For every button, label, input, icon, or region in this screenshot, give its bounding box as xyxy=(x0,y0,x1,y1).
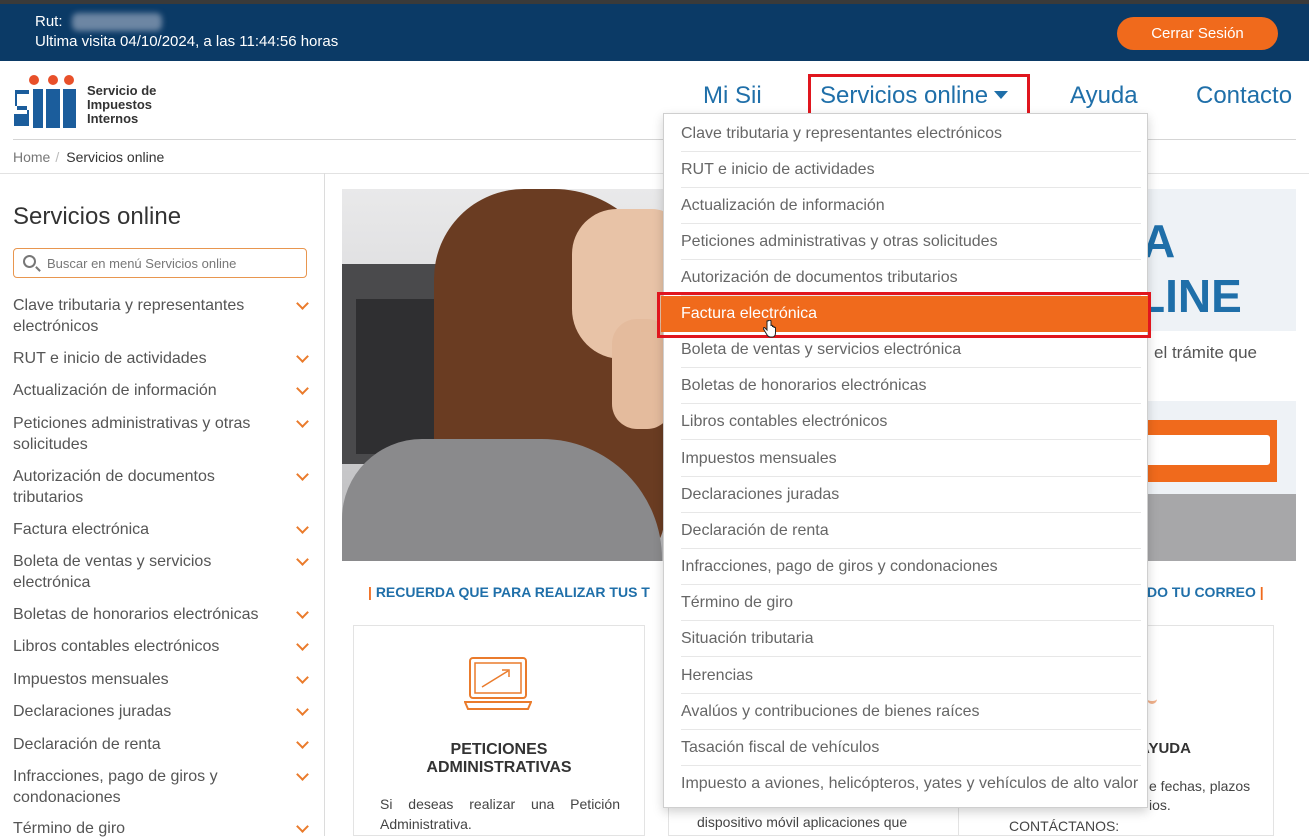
sidebar-search-input[interactable] xyxy=(47,253,302,273)
search-icon xyxy=(23,255,36,268)
sidebar-divider xyxy=(324,173,325,836)
sidebar-search[interactable] xyxy=(13,248,307,278)
servicios-online-dropdown: Clave tributaria y representantes electr… xyxy=(661,113,1148,808)
chevron-down-icon xyxy=(296,521,309,534)
sidebar-item-autorizacion[interactable]: Autorización de documentos tributarios xyxy=(13,467,313,508)
logo-text: Servicio de Impuestos Internos xyxy=(87,83,157,126)
card-ayuda-text-1: e fechas, plazos xyxy=(1149,778,1251,794)
hero-heading: LINE xyxy=(1137,270,1242,322)
sidebar-item-factura[interactable]: Factura electrónica xyxy=(13,520,313,541)
card-peticiones-text: Si deseas realizar una Petición Administ… xyxy=(380,796,620,832)
dropdown-highlight-box xyxy=(657,292,1151,338)
help-icon xyxy=(1147,696,1157,704)
card-ayuda-text-2: ios. xyxy=(1149,797,1171,813)
nav-highlight-box xyxy=(808,74,1030,118)
chevron-down-icon xyxy=(296,703,309,716)
dropdown-item-peticiones[interactable]: Peticiones administrativas y otras solic… xyxy=(664,224,1147,260)
dropdown-item-renta[interactable]: Declaración de renta xyxy=(664,513,1147,549)
chevron-down-icon xyxy=(296,350,309,363)
card-peticiones-title: PETICIONES ADMINISTRATIVAS xyxy=(426,741,572,776)
laptop-chart-icon xyxy=(464,657,532,710)
breadcrumb-home[interactable]: Home xyxy=(13,149,50,165)
chevron-down-icon xyxy=(296,553,309,566)
hero-note: el trámite que xyxy=(1142,331,1296,401)
nav-contacto[interactable]: Contacto xyxy=(1196,82,1292,110)
sidebar-item-peticiones[interactable]: Peticiones administrativas y otras solic… xyxy=(13,414,313,455)
sidebar-item-rut[interactable]: RUT e inicio de actividades xyxy=(13,349,313,370)
dropdown-item-libros[interactable]: Libros contables electrónicos xyxy=(664,404,1147,440)
dropdown-item-impuesto-aviones[interactable]: Impuesto a aviones, helicópteros, yates … xyxy=(664,766,1147,802)
sidebar-title: Servicios online xyxy=(13,203,182,230)
sidebar-item-infracciones[interactable]: Infracciones, pago de giros y condonacio… xyxy=(13,767,313,808)
dropdown-item-avaluos[interactable]: Avalúos y contribuciones de bienes raíce… xyxy=(664,694,1147,730)
nav-ayuda[interactable]: Ayuda xyxy=(1070,82,1138,110)
chevron-down-icon xyxy=(296,415,309,428)
hand-cursor-icon xyxy=(763,320,776,338)
chevron-down-icon xyxy=(296,606,309,619)
card-apps-text: dispositivo móvil aplicaciones que xyxy=(697,814,908,830)
chevron-down-icon xyxy=(296,768,309,781)
breadcrumb: Home / Servicios online xyxy=(13,149,165,165)
dropdown-item-declaraciones-juradas[interactable]: Declaraciones juradas xyxy=(664,477,1147,513)
sidebar-item-clave-tributaria[interactable]: Clave tributaria y representantes electr… xyxy=(13,296,313,337)
rut-value-redacted xyxy=(72,13,162,31)
hero-search-input[interactable] xyxy=(1142,435,1270,465)
dropdown-item-termino-giro[interactable]: Término de giro xyxy=(664,585,1147,621)
logout-button[interactable]: Cerrar Sesión xyxy=(1117,17,1278,50)
sidebar-item-declaraciones-juradas[interactable]: Declaraciones juradas xyxy=(13,702,313,723)
chevron-down-icon xyxy=(296,736,309,749)
chevron-down-icon xyxy=(296,671,309,684)
dropdown-item-situacion[interactable]: Situación tributaria xyxy=(664,621,1147,657)
chevron-down-icon xyxy=(296,382,309,395)
rut-label: Rut: xyxy=(35,13,63,30)
sidebar-item-impuestos-mensuales[interactable]: Impuestos mensuales xyxy=(13,670,313,691)
card-peticiones[interactable]: PETICIONES ADMINISTRATIVAS Si deseas rea… xyxy=(353,625,645,836)
dropdown-item-autorizacion[interactable]: Autorización de documentos tributarios xyxy=(664,260,1147,296)
dropdown-item-impuestos-mensuales[interactable]: Impuestos mensuales xyxy=(664,441,1147,477)
sidebar-item-boletas-honorarios[interactable]: Boletas de honorarios electrónicas xyxy=(13,605,313,626)
dropdown-item-boletas-honorarios[interactable]: Boletas de honorarios electrónicas xyxy=(664,368,1147,404)
dropdown-item-tasacion[interactable]: Tasación fiscal de vehículos xyxy=(664,730,1147,766)
chevron-down-icon xyxy=(296,820,309,833)
card-ayuda-contact[interactable]: CONTÁCTANOS: xyxy=(1009,818,1119,834)
last-visit-text: Ultima visita 04/10/2024, a las 11:44:56… xyxy=(35,33,339,50)
nav-mi-sii[interactable]: Mi Sii xyxy=(703,82,762,110)
notice-right: DO TU CORREO | xyxy=(1147,584,1264,600)
dropdown-item-rut[interactable]: RUT e inicio de actividades xyxy=(664,152,1147,188)
dropdown-item-actualizacion[interactable]: Actualización de información xyxy=(664,188,1147,224)
chevron-down-icon xyxy=(296,297,309,310)
sidebar-item-libros[interactable]: Libros contables electrónicos xyxy=(13,637,313,658)
dropdown-item-herencias[interactable]: Herencias xyxy=(664,658,1147,694)
chevron-down-icon xyxy=(296,468,309,481)
sidebar-item-actualizacion[interactable]: Actualización de información xyxy=(13,381,313,402)
sidebar-item-termino-giro[interactable]: Término de giro xyxy=(13,819,313,840)
breadcrumb-current: Servicios online xyxy=(66,149,165,165)
hero-search-box xyxy=(1142,420,1277,482)
sii-logo[interactable]: Servicio de Impuestos Internos xyxy=(13,72,173,130)
notice-left: | RECUERDA QUE PARA REALIZAR TUS T xyxy=(368,584,650,600)
session-bar: Rut: Ultima visita 04/10/2024, a las 11:… xyxy=(0,4,1309,61)
dropdown-item-clave-tributaria[interactable]: Clave tributaria y representantes electr… xyxy=(664,116,1147,152)
sidebar-item-boleta-ventas[interactable]: Boleta de ventas y servicios electrónica xyxy=(13,552,313,593)
dropdown-item-infracciones[interactable]: Infracciones, pago de giros y condonacio… xyxy=(664,549,1147,585)
sidebar-item-renta[interactable]: Declaración de renta xyxy=(13,735,313,756)
sii-logo-icon xyxy=(14,75,76,128)
chevron-down-icon xyxy=(296,638,309,651)
